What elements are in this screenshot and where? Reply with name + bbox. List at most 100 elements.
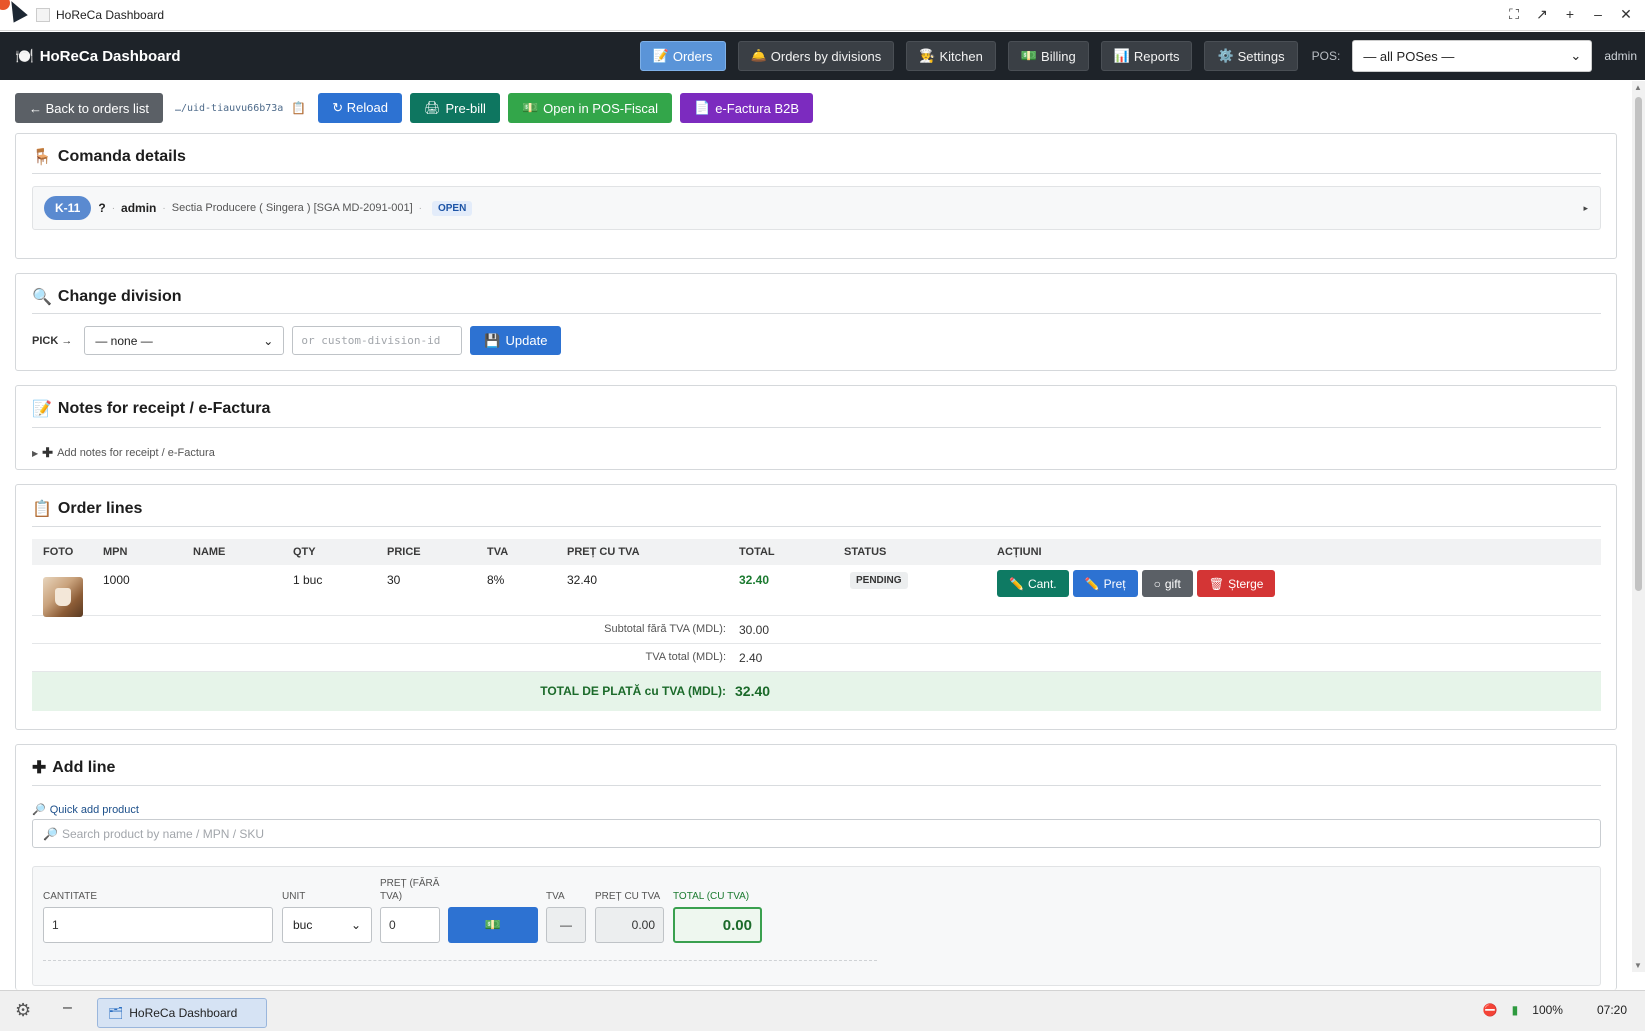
total-tva-label: TOTAL (CU TVA): [673, 891, 750, 902]
table-row: 1000 1 buc 30 8% 32.40 32.40 PENDING ✏️ C…: [32, 565, 1601, 617]
add-line-form: CANTITATE 1 UNIT buc ⌄ PREȚ (FĂRĂ TVA) 0 …: [32, 866, 1601, 986]
search-placeholder: Search product by name / MPN / SKU: [61, 826, 265, 841]
col-price-tva: PREȚ CU TVA: [567, 546, 640, 558]
quick-add-text: Quick add product: [49, 803, 139, 816]
magnifier-icon: 🔍: [32, 289, 52, 306]
taskbar-app-item[interactable]: 🗂 HoReCa Dashboard: [97, 998, 267, 1028]
comanda-summary[interactable]: K-11 ? · admin · Sectia Producere ( Sing…: [32, 186, 1601, 230]
battery-icon[interactable]: ▮: [1512, 1003, 1519, 1017]
edit-price-button[interactable]: ✏️ Preț: [1072, 570, 1138, 597]
division-select[interactable]: — none — ⌄: [84, 326, 285, 355]
plus-icon: ✚: [42, 445, 54, 460]
brand[interactable]: 🍽️ HoReCa Dashboard: [15, 47, 181, 66]
memo-icon: 📝: [32, 401, 52, 418]
price-label: PREȚ (FĂRĂ TVA): [380, 878, 440, 902]
nav-reports[interactable]: 📊 Reports: [1100, 41, 1193, 71]
restore-icon[interactable]: ↗: [1535, 6, 1549, 23]
minimize-all-icon[interactable]: –: [63, 999, 72, 1017]
nav-billing[interactable]: 💵 Billing: [1007, 41, 1089, 71]
edit-qty-button[interactable]: ✏️ Cant.: [997, 570, 1069, 597]
pos-select[interactable]: — all POSes — ⌄: [1352, 40, 1593, 72]
network-off-icon[interactable]: ⛔: [1483, 1003, 1498, 1017]
brand-icon: 🍽️: [15, 48, 34, 65]
back-button[interactable]: ← Back to orders list: [15, 93, 163, 123]
pos-select-value: — all POSes —: [1363, 48, 1455, 64]
clipboard-icon[interactable]: 📋: [291, 101, 306, 115]
prebill-button[interactable]: 🖨 Pre-bill: [409, 93, 500, 123]
cell-mpn: 1000: [103, 573, 130, 587]
table-badge: K-11: [44, 196, 92, 220]
order-lines-table: FOTO MPN NAME QTY PRICE TVA PREȚ CU TVA …: [32, 539, 1601, 711]
window-controls: ⛶ ↗ + – ✕: [1507, 6, 1633, 23]
nav-right: 📝 Orders 🛎️ Orders by divisions 🧑‍🍳 Kitchen…: [639, 40, 1637, 72]
money-icon: 💵: [521, 100, 539, 115]
efactura-button[interactable]: 📄 e-Factura B2B: [680, 93, 814, 123]
clock[interactable]: 07:20: [1597, 1003, 1627, 1017]
edit-price-label: Preț: [1103, 576, 1126, 591]
pencil-icon: ✏️: [1009, 576, 1024, 591]
product-search-input[interactable]: 🔎 Search product by name / MPN / SKU: [32, 819, 1601, 848]
page-scrollbar[interactable]: ▲ ▼: [1632, 81, 1645, 972]
nav-settings[interactable]: ⚙️ Settings: [1204, 41, 1298, 71]
separator: ·: [418, 202, 422, 214]
circle-icon: ○: [1153, 576, 1161, 591]
expand-icon[interactable]: ▸: [1583, 203, 1588, 214]
nav-orders-by-divisions-label: Orders by divisions: [770, 48, 882, 64]
col-tva: TVA: [487, 546, 509, 558]
divider: [43, 960, 877, 961]
close-icon[interactable]: ✕: [1619, 6, 1633, 23]
triangle-right-icon: ▶: [32, 448, 39, 458]
unit-select[interactable]: buc ⌄: [282, 907, 372, 943]
reload-button[interactable]: ↻ Reload: [318, 93, 402, 123]
col-qty: QTY: [293, 546, 316, 558]
open-pos-button[interactable]: 💵 Open in POS-Fiscal: [507, 93, 673, 123]
settings-gear-icon[interactable]: ⚙: [15, 1000, 31, 1021]
printer-icon: 🖨: [423, 100, 441, 115]
divider: [32, 526, 1601, 527]
nav-orders[interactable]: 📝 Orders: [639, 41, 726, 71]
chart-icon: 📊: [1113, 48, 1130, 63]
chevron-down-icon: ⌄: [1570, 48, 1582, 63]
chair-icon: 🪑: [32, 149, 52, 166]
price-tva-label: PREȚ CU TVA: [595, 891, 661, 902]
nav-orders-by-divisions[interactable]: 🛎️ Orders by divisions: [737, 41, 895, 71]
cell-qty: 1 buc: [293, 573, 323, 587]
separator: ·: [162, 202, 166, 214]
minimize-icon[interactable]: –: [1591, 6, 1605, 23]
scroll-down-icon[interactable]: ▼: [1634, 961, 1642, 970]
notes-toggle[interactable]: ▶ ✚ Add notes for receipt / e-Factura: [32, 445, 215, 461]
delete-button[interactable]: 🗑 Șterge: [1196, 570, 1276, 597]
product-photo[interactable]: [43, 577, 83, 617]
plus-icon[interactable]: +: [1563, 6, 1577, 23]
custom-division-input[interactable]: or custom-division-id: [292, 326, 463, 355]
unit-label: UNIT: [282, 891, 306, 902]
unit-select-value: buc: [293, 918, 313, 932]
nav-kitchen[interactable]: 🧑‍🍳 Kitchen: [906, 41, 996, 71]
delete-label: Șterge: [1228, 576, 1264, 591]
unknown-marker: ?: [98, 201, 106, 215]
col-name: NAME: [193, 546, 226, 558]
search-icon: 🔎: [43, 826, 58, 841]
pick-row: PICK → — none — ⌄ or custom-division-id 💾…: [32, 326, 562, 355]
money-icon: 💵: [484, 917, 502, 932]
divider: [32, 173, 1601, 174]
subtotal-value: 30.00: [739, 623, 770, 637]
scrollbar-thumb[interactable]: [1635, 97, 1642, 591]
taskbar: ⚙ – 🗂 HoReCa Dashboard ⛔ ▮ 100% 07:20: [0, 990, 1645, 1031]
update-button[interactable]: 💾 Update: [470, 326, 562, 355]
tva-value: —: [546, 907, 586, 943]
qty-input[interactable]: 1: [43, 907, 273, 943]
order-user: admin: [121, 201, 157, 215]
fullscreen-icon[interactable]: ⛶: [1507, 6, 1521, 23]
gift-label: gift: [1164, 576, 1181, 591]
gift-button[interactable]: ○ gift: [1141, 570, 1193, 597]
toolbar: ← Back to orders list …/uid-tiauvu66b73a…: [15, 93, 814, 123]
currency-button[interactable]: 💵: [448, 907, 538, 943]
scroll-up-icon[interactable]: ▲: [1634, 83, 1642, 92]
nav-reports-label: Reports: [1133, 48, 1180, 64]
user-name[interactable]: admin: [1604, 49, 1637, 63]
notes-toggle-label: Add notes for receipt / e-Factura: [57, 447, 215, 459]
qty-label: CANTITATE: [43, 891, 98, 902]
price-input[interactable]: 0: [380, 907, 440, 943]
division-text: Sectia Producere ( Singera ) [SGA MD-209…: [171, 202, 413, 214]
